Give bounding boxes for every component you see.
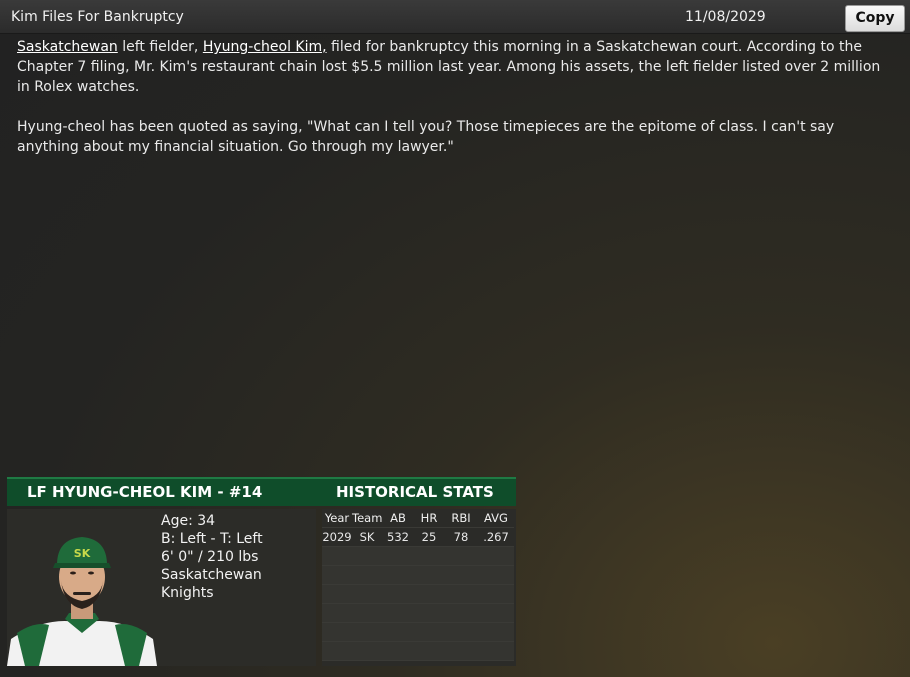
title-bar: Kim Files For Bankruptcy 11/08/2029 Copy	[0, 0, 910, 34]
news-title: Kim Files For Bankruptcy	[11, 9, 184, 25]
table-row-empty	[322, 546, 514, 566]
col-rbi[interactable]: RBI	[444, 509, 478, 528]
player-bats-throws: B: Left - T: Left	[161, 531, 263, 547]
player-portrait: SK	[7, 509, 157, 666]
article-body: Saskatchewan left fielder, Hyung-cheol K…	[17, 37, 897, 177]
player-name-header[interactable]: LF HYUNG-CHEOL KIM - #14	[27, 483, 262, 501]
col-hr[interactable]: HR	[414, 509, 444, 528]
col-team[interactable]: Team	[352, 509, 382, 528]
article-paragraph-1: Saskatchewan left fielder, Hyung-cheol K…	[17, 37, 897, 97]
cell-rbi: 78	[444, 527, 478, 547]
table-row-empty	[322, 565, 514, 585]
table-row: 2029 SK 532 25 78 .267	[322, 527, 514, 547]
copy-button[interactable]: Copy	[845, 5, 905, 32]
table-row-empty	[322, 622, 514, 642]
cell-ab: 532	[382, 527, 414, 547]
table-row-empty	[322, 584, 514, 604]
player-team: Saskatchewan Knights	[161, 567, 262, 601]
stats-table: Year Team AB HR RBI AVG 2029 SK 532 25 7…	[322, 509, 514, 661]
table-row-empty	[322, 641, 514, 661]
article-paragraph-2: Hyung-cheol has been quoted as saying, "…	[17, 119, 835, 155]
col-ab[interactable]: AB	[382, 509, 414, 528]
historical-stats-panel: Year Team AB HR RBI AVG 2029 SK 532 25 7…	[322, 509, 516, 666]
cap-logo-text: SK	[74, 547, 91, 560]
team-link[interactable]: Saskatchewan	[17, 39, 118, 55]
news-date: 11/08/2029	[685, 9, 766, 25]
player-height-weight: 6' 0" / 210 lbs	[161, 549, 259, 565]
cell-avg: .267	[478, 527, 514, 547]
player-card-header: LF HYUNG-CHEOL KIM - #14 HISTORICAL STAT…	[7, 477, 516, 506]
table-row-empty	[322, 603, 514, 623]
cell-year: 2029	[322, 527, 352, 547]
cell-hr: 25	[414, 527, 444, 547]
historical-stats-header: HISTORICAL STATS	[336, 483, 494, 501]
stats-header-row: Year Team AB HR RBI AVG	[322, 509, 514, 528]
article-text: left fielder,	[117, 39, 203, 55]
cell-team: SK	[352, 527, 382, 547]
col-avg[interactable]: AVG	[478, 509, 514, 528]
player-photo-panel: SK Age: 34 B: Left - T: Left 6' 0" / 210…	[7, 509, 316, 666]
player-info: Age: 34 B: Left - T: Left 6' 0" / 210 lb…	[161, 512, 316, 602]
player-age: Age: 34	[161, 513, 216, 529]
col-year[interactable]: Year	[322, 509, 352, 528]
player-link[interactable]: Hyung-cheol Kim,	[203, 39, 327, 55]
